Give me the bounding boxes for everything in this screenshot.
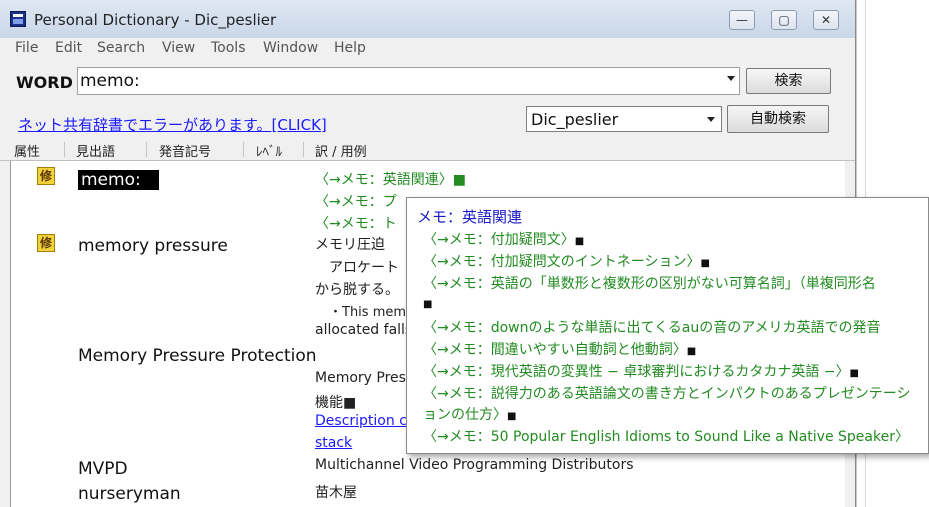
maximize-button[interactable]: ▢ <box>771 10 797 30</box>
headword[interactable]: memo: <box>78 170 159 190</box>
menu-edit[interactable]: Edit <box>55 38 82 58</box>
search-toolbar: WORD 検索 <box>0 62 855 100</box>
minimize-button[interactable]: — <box>729 10 755 30</box>
popup-link[interactable]: 〈→メモ：説得力のある英語論文の書き方とインパクトのあるプレゼンテーシ <box>423 383 910 403</box>
translation-line: アロケート <box>329 260 399 276</box>
menu-help[interactable]: Help <box>334 38 366 58</box>
menu-search[interactable]: Search <box>97 38 145 58</box>
modifier-badge: 修 <box>37 167 55 185</box>
menu-bar: File Edit Search View Tools Window Help <box>0 38 855 60</box>
translation-line: メモリ圧迫 <box>315 237 385 253</box>
translation-line[interactable]: 〈→メモ：英語関連〉■ <box>315 169 466 189</box>
error-link[interactable]: ネット共有辞書でエラーがあります。[CLICK] <box>18 114 327 135</box>
popup-link[interactable]: 〈→メモ：付加疑問文〉■ <box>423 229 584 249</box>
translation-line[interactable]: 〈→メモ：ト <box>315 213 397 233</box>
word-input[interactable] <box>80 69 720 93</box>
column-headword[interactable]: 見出語 <box>76 141 115 160</box>
column-pronunciation[interactable]: 発音記号 <box>159 141 211 160</box>
chevron-down-icon[interactable] <box>707 117 715 122</box>
dictionary-app-icon <box>10 11 26 27</box>
description-link[interactable]: stack <box>315 435 352 451</box>
popup-link[interactable]: 〈→メモ：英語の「単数形と複数形の区別がない可算名詞」（単複同形名 <box>423 273 876 293</box>
column-attribute[interactable]: 属性 <box>14 141 40 160</box>
menu-file[interactable]: File <box>15 38 38 58</box>
auto-search-button[interactable]: 自動検索 <box>727 105 829 133</box>
column-level[interactable]: ﾚﾍﾞﾙ <box>256 141 282 160</box>
dictionary-select[interactable]: Dic_peslier <box>526 106 722 132</box>
word-label: WORD <box>16 73 73 92</box>
popup-link[interactable]: ■ <box>423 295 432 311</box>
popup-title: メモ：英語関連 <box>417 208 523 226</box>
word-combobox[interactable] <box>77 67 740 95</box>
headword[interactable]: nurseryman <box>78 484 181 504</box>
translation-line[interactable]: 〈→メモ：プ <box>315 191 397 211</box>
modifier-badge: 修 <box>37 234 55 252</box>
translation-line: Multichannel Video Programming Distribut… <box>315 457 634 473</box>
menu-tools[interactable]: Tools <box>211 38 246 58</box>
dictionary-select-value: Dic_peslier <box>531 110 619 129</box>
search-button[interactable]: 検索 <box>746 68 831 94</box>
translation-line: 機能■ <box>315 395 357 411</box>
memo-popup[interactable]: メモ：英語関連 〈→メモ：付加疑問文〉■ 〈→メモ：付加疑問文のイントネーション… <box>406 197 929 454</box>
column-translation[interactable]: 訳 / 用例 <box>315 141 367 160</box>
chevron-down-icon[interactable] <box>727 76 735 81</box>
popup-link[interactable]: 〈→メモ：50 Popular English Idioms to Sound … <box>423 426 909 446</box>
window-title: Personal Dictionary - Dic_peslier <box>34 11 277 29</box>
menu-view[interactable]: View <box>162 38 195 58</box>
menu-window[interactable]: Window <box>263 38 318 58</box>
description-link[interactable]: Description c <box>315 413 407 429</box>
translation-line: Memory Pres <box>315 370 406 386</box>
translation-line: から脱する。 <box>315 282 399 298</box>
popup-link[interactable]: 〈→メモ：付加疑問文のイントネーション〉■ <box>423 251 710 271</box>
popup-link[interactable]: 〈→メモ：downのような単語に出てくるauの音のアメリカ英語での発音 <box>423 317 881 337</box>
close-button[interactable]: ✕ <box>813 10 839 30</box>
status-row: ネット共有辞書でエラーがあります。[CLICK] Dic_peslier 自動検… <box>0 100 855 140</box>
example-line: allocated falls <box>315 322 413 338</box>
headword[interactable]: Memory Pressure Protection <box>78 346 317 366</box>
title-bar[interactable]: Personal Dictionary - Dic_peslier — ▢ ✕ <box>0 0 855 38</box>
headword[interactable]: memory pressure <box>78 236 228 256</box>
translation-line: 苗木屋 <box>315 485 357 501</box>
column-headers: 属性 見出語 発音記号 ﾚﾍﾞﾙ 訳 / 用例 <box>0 140 855 161</box>
popup-link[interactable]: 〈→メモ：現代英語の変異性 − 卓球審判におけるカタカナ英語 −〉■ <box>423 361 859 381</box>
example-line: ・This mem <box>329 305 407 320</box>
popup-link[interactable]: 〈→メモ：間違いやすい自動詞と他動詞〉■ <box>423 339 696 359</box>
headword[interactable]: MVPD <box>78 459 128 479</box>
popup-link[interactable]: ョンの仕方〉■ <box>423 404 516 424</box>
